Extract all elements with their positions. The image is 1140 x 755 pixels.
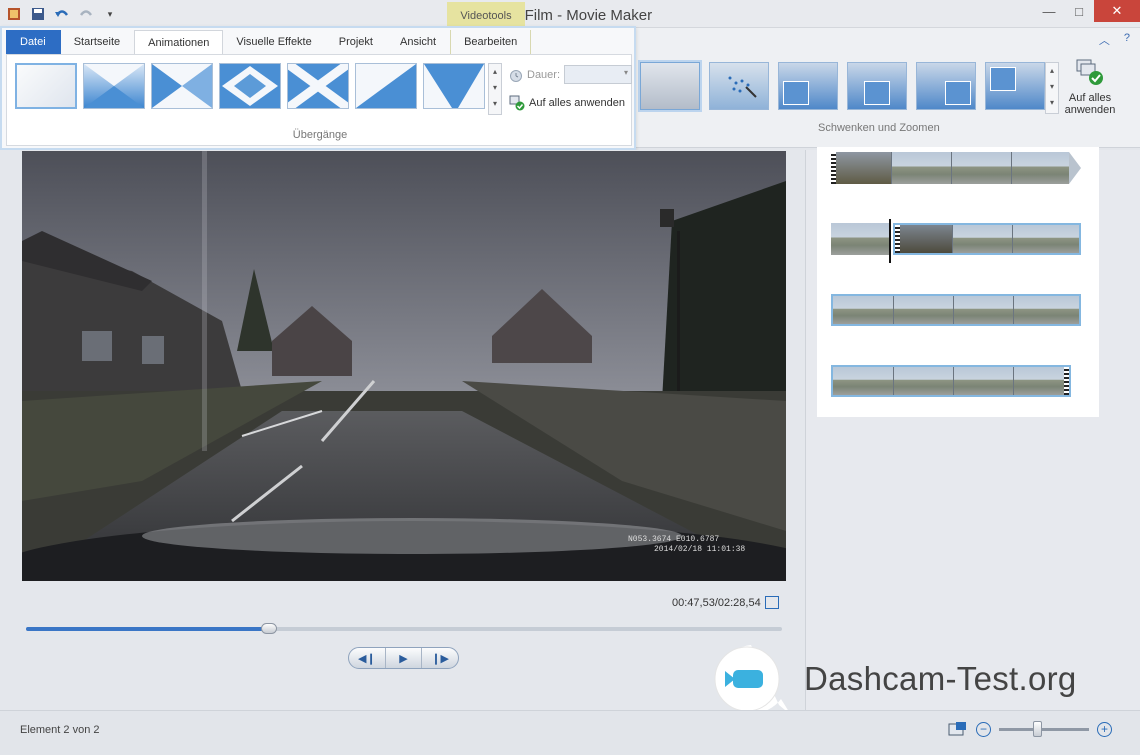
zoom-controls: − + xyxy=(948,720,1112,737)
transitions-group-label: Übergänge xyxy=(292,129,348,141)
ribbon-controls: ︿ ? xyxy=(1099,32,1130,48)
time-display: 00:47,53/02:28,54 xyxy=(672,597,761,609)
pan-zoom-apply-all-label-1: Auf alles xyxy=(1068,92,1112,104)
transitions-gallery xyxy=(15,63,485,109)
ribbon-highlight-overlay: Datei Startseite Animationen Visuelle Ef… xyxy=(0,26,636,150)
tab-startseite[interactable]: Startseite xyxy=(61,30,134,54)
pan-zoom-gallery xyxy=(640,62,1045,110)
tab-ansicht[interactable]: Ansicht xyxy=(387,30,450,54)
watermark-text: Dashcam-Test.org xyxy=(804,660,1077,697)
video-preview[interactable]: N053.3674 E010.6787 2014/02/18 11:01:38 xyxy=(22,151,786,581)
pan-zoom-auto[interactable] xyxy=(709,62,769,110)
ribbon-minimize-icon[interactable]: ︿ xyxy=(1099,32,1110,48)
thumbnail-size-icon[interactable] xyxy=(948,721,968,737)
transition-bowtie[interactable] xyxy=(151,63,213,109)
duration-control: Dauer: ▾ xyxy=(509,65,633,84)
zoom-in-icon[interactable]: + xyxy=(1097,721,1112,737)
tab-projekt[interactable]: Projekt xyxy=(326,30,387,54)
transitions-gallery-scroll[interactable]: ▴ ▾ ▾ xyxy=(488,63,502,115)
chevron-down-icon: ▾ xyxy=(624,68,629,77)
close-icon[interactable]: ✕ xyxy=(1094,0,1140,22)
clip-row-1[interactable] xyxy=(831,152,1069,184)
fullscreen-icon[interactable] xyxy=(765,596,779,609)
storyboard-pane xyxy=(805,147,1140,710)
transition-v-wipe[interactable] xyxy=(423,63,485,109)
element-count: Element 2 von 2 xyxy=(20,724,100,736)
pan-zoom-group-label: Schwenken und Zoomen xyxy=(818,122,940,134)
window-controls: — □ ✕ xyxy=(1034,0,1140,22)
clip-row-2-selected[interactable] xyxy=(893,223,1081,255)
pan-zoom-option-4[interactable] xyxy=(847,62,907,110)
play-icon[interactable]: ▶ xyxy=(386,648,423,668)
apply-all-check-icon xyxy=(1075,58,1105,88)
animationen-panel: ▴ ▾ ▾ Dauer: ▾ Auf alles anwenden Übergäng… xyxy=(6,54,633,146)
next-frame-icon[interactable]: ❙▶ xyxy=(422,648,458,668)
title-bar: ▾ Mein Film - Movie Maker Videotools — □… xyxy=(0,0,1140,28)
tab-bearbeiten[interactable]: Bearbeiten xyxy=(450,30,532,54)
dashcam-test-logo xyxy=(711,643,791,715)
movie-maker-window: ▾ Mein Film - Movie Maker Videotools — □… xyxy=(0,0,1140,755)
minimize-icon[interactable]: — xyxy=(1034,0,1064,22)
video-gps-overlay: N053.3674 E010.6787 xyxy=(628,535,719,544)
clip-row-1-end xyxy=(1069,152,1081,184)
context-tab-group-videotools: Videotools xyxy=(447,2,525,28)
status-bar: Element 2 von 2 − + xyxy=(0,710,1140,755)
ribbon-tabs: Datei Startseite Animationen Visuelle Ef… xyxy=(6,30,532,54)
transitions-apply-all-label: Auf alles anwenden xyxy=(529,97,626,109)
tab-datei[interactable]: Datei xyxy=(6,30,61,54)
duration-clock-icon xyxy=(510,69,522,82)
storyboard-clips xyxy=(817,147,1099,417)
tab-visuelle-effekte[interactable]: Visuelle Effekte xyxy=(223,30,325,54)
preview-pane: N053.3674 E010.6787 2014/02/18 11:01:38 … xyxy=(0,150,805,710)
zoom-out-icon[interactable]: − xyxy=(976,721,991,737)
duration-label: Dauer: xyxy=(527,68,561,81)
transition-diagonal-cross[interactable] xyxy=(83,63,145,109)
help-icon[interactable]: ? xyxy=(1124,32,1130,48)
pan-zoom-option-6[interactable] xyxy=(985,62,1045,110)
tab-animationen[interactable]: Animationen xyxy=(134,30,224,54)
pan-zoom-apply-all-label-2: anwenden xyxy=(1064,104,1116,116)
transition-none[interactable] xyxy=(15,63,77,109)
seek-bar-thumb[interactable] xyxy=(260,623,277,634)
clip-row-4[interactable] xyxy=(831,365,1071,397)
previous-frame-icon[interactable]: ◀❙ xyxy=(349,648,386,668)
playback-controls: ◀❙ ▶ ❙▶ xyxy=(348,647,459,669)
zoom-slider[interactable] xyxy=(999,720,1089,737)
zoom-slider-thumb[interactable] xyxy=(1032,720,1042,737)
pan-zoom-gallery-scroll[interactable]: ▴ ▾ ▾ xyxy=(1045,62,1059,114)
transition-diamond[interactable] xyxy=(219,63,281,109)
seek-bar-progress xyxy=(26,627,269,631)
pan-zoom-apply-all-button[interactable]: Auf alles anwenden xyxy=(1062,58,1118,116)
seek-bar[interactable] xyxy=(26,623,782,634)
video-date-overlay: 2014/02/18 11:01:38 xyxy=(654,545,745,554)
pan-zoom-none[interactable] xyxy=(640,62,700,110)
clip-row-3[interactable] xyxy=(831,294,1081,326)
storyboard-playhead[interactable] xyxy=(889,219,891,263)
clip-row-2-part-1[interactable] xyxy=(831,223,889,255)
window-title: Mein Film - Movie Maker xyxy=(487,7,653,24)
apply-all-check-icon xyxy=(509,95,525,111)
duration-dropdown[interactable]: ▾ xyxy=(564,65,633,84)
transitions-apply-all-button[interactable]: Auf alles anwenden xyxy=(509,95,625,111)
pan-zoom-option-3[interactable] xyxy=(778,62,838,110)
transition-x-cross[interactable] xyxy=(287,63,349,109)
pan-zoom-option-5[interactable] xyxy=(916,62,976,110)
maximize-icon[interactable]: □ xyxy=(1064,0,1094,22)
transition-diagonal-wipe[interactable] xyxy=(355,63,417,109)
